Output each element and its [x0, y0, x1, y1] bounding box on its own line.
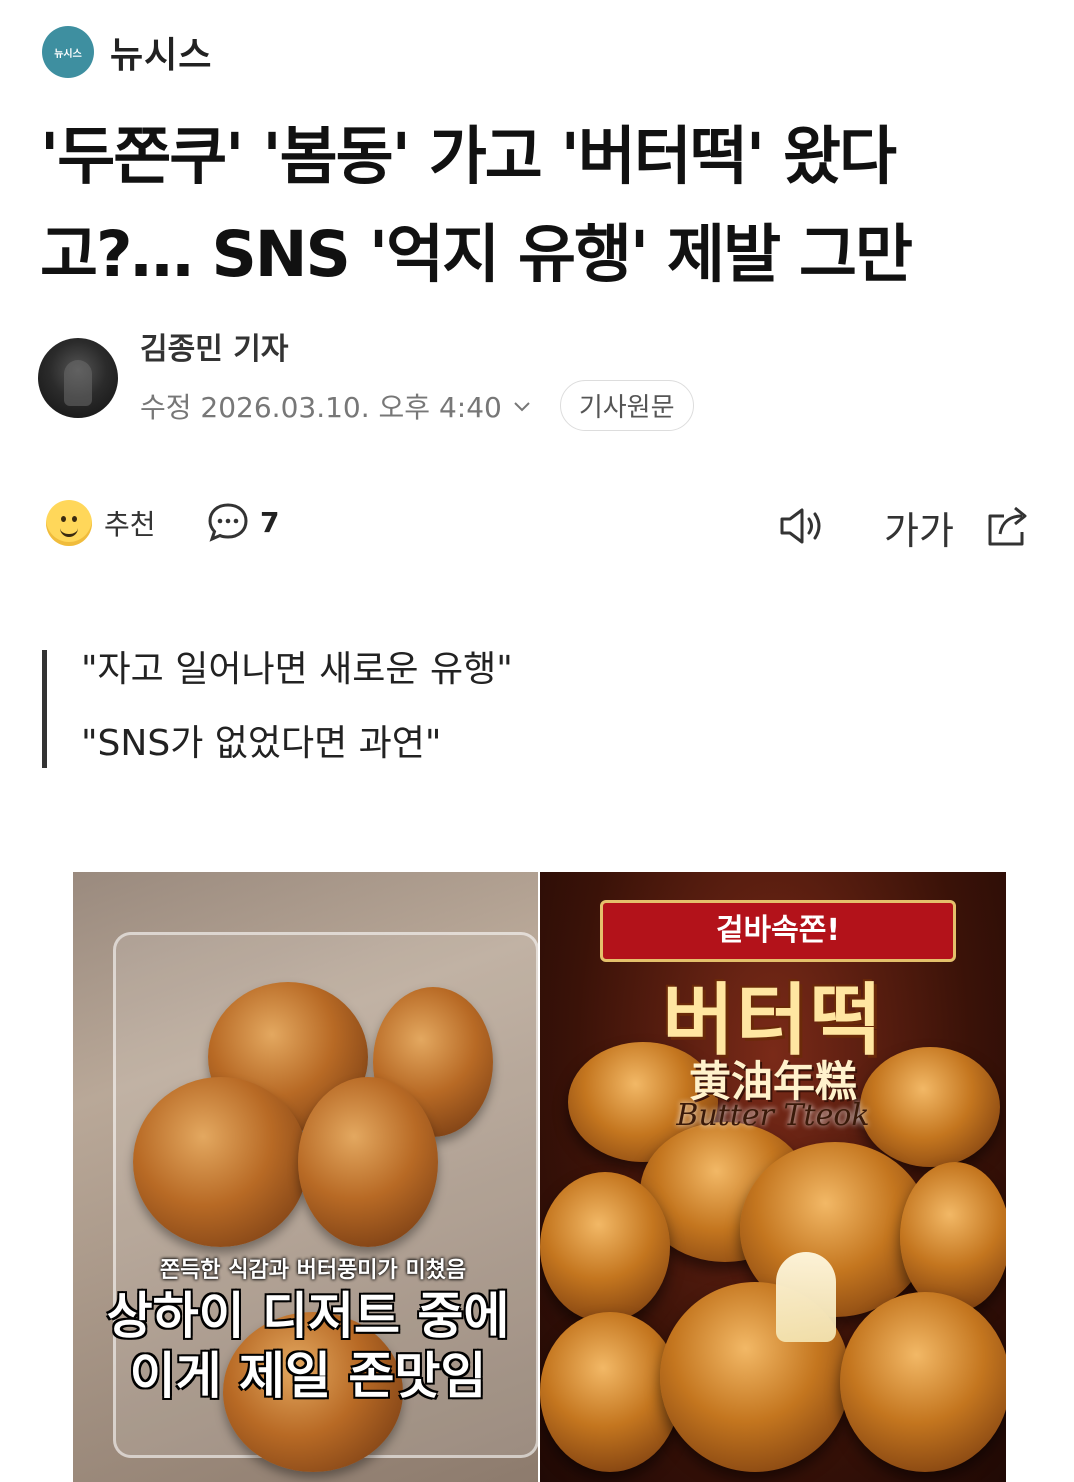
- summary-quote: "자고 일어나면 새로운 유행" "SNS가 없었다면 과연": [42, 650, 513, 768]
- recommend-label: 추천: [104, 508, 156, 541]
- original-article-button[interactable]: 기사원문: [559, 380, 694, 431]
- publisher-logo[interactable]: 뉴시스: [42, 26, 94, 78]
- right-title-en: Butter Tteok: [676, 1098, 870, 1133]
- speaker-icon[interactable]: [778, 504, 830, 548]
- left-caption-big-line-2: 이게 제일 존맛임: [129, 1347, 487, 1405]
- recommend-button[interactable]: 추천: [46, 500, 156, 546]
- cheese-pull: [776, 1252, 836, 1342]
- comment-count: 7: [260, 505, 280, 539]
- comment-bubble-icon: [208, 503, 248, 542]
- right-ribbon: 겉바속쫀!: [600, 900, 956, 962]
- smile-emoji-icon: [46, 500, 92, 546]
- article-date: 수정 2026.03.10. 오후 4:40: [140, 390, 502, 424]
- byline-text: 김종민 기자 수정 2026.03.10. 오후 4:40 기사원문: [140, 324, 694, 431]
- action-bar: 추천 7 가가: [0, 496, 1074, 556]
- font-size-button[interactable]: 가가: [884, 500, 954, 555]
- chevron-down-icon[interactable]: [512, 396, 532, 416]
- left-caption-small: 쫀득한 식감과 버터풍미가 미쳤음: [159, 1258, 467, 1283]
- byline: 김종민 기자 수정 2026.03.10. 오후 4:40 기사원문: [38, 324, 694, 431]
- publisher-name[interactable]: 뉴시스: [110, 26, 212, 78]
- font-size-icon: 가가: [884, 509, 954, 553]
- publisher-header[interactable]: 뉴시스 뉴시스: [42, 26, 212, 78]
- left-caption-big-line-1: 상하이 디저트 중에: [106, 1287, 510, 1345]
- photo-right-panel: 겉바속쫀! 버터떡 黄油年糕 Butter Tteok: [540, 872, 1006, 1482]
- photo-left-panel: 쫀득한 식감과 버터풍미가 미쳤음 상하이 디저트 중에 이게 제일 존맛임: [73, 872, 538, 1482]
- byline-meta: 수정 2026.03.10. 오후 4:40 기사원문: [140, 380, 694, 431]
- article-photo[interactable]: 쫀득한 식감과 버터풍미가 미쳤음 상하이 디저트 중에 이게 제일 존맛임 겉…: [73, 872, 1006, 1482]
- article-headline: '두쫀쿠' '봄동' 가고 '버터떡' 왔다고?… SNS '억지 유행' 제발…: [40, 120, 913, 291]
- reporter-avatar[interactable]: [38, 337, 118, 418]
- left-caption-big: 상하이 디저트 중에 이게 제일 존맛임: [93, 1286, 523, 1406]
- quote-line-2: "SNS가 없었다면 과연": [81, 723, 442, 764]
- quote-line-1: "자고 일어나면 새로운 유행": [81, 649, 513, 690]
- reporter-name[interactable]: 김종민 기자: [140, 324, 694, 368]
- comment-button[interactable]: 7: [206, 500, 279, 544]
- share-icon[interactable]: [984, 502, 1034, 548]
